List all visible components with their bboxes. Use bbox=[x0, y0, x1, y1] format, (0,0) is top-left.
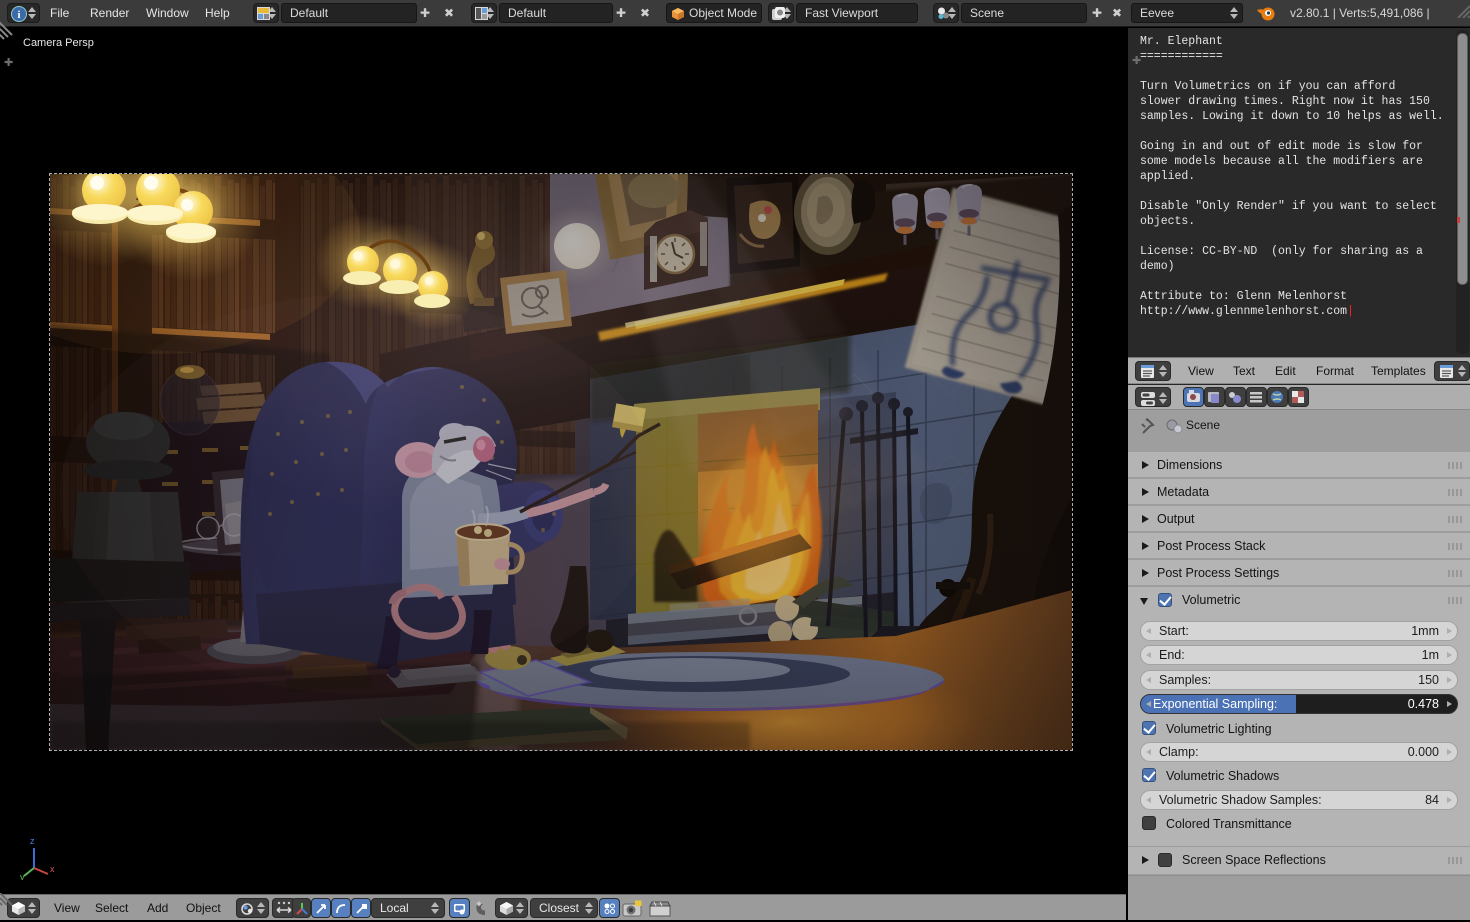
svg-text:i: i bbox=[17, 9, 20, 21]
svg-text:z: z bbox=[30, 836, 35, 846]
svg-text:y: y bbox=[20, 872, 25, 880]
svg-text:x: x bbox=[50, 864, 55, 874]
